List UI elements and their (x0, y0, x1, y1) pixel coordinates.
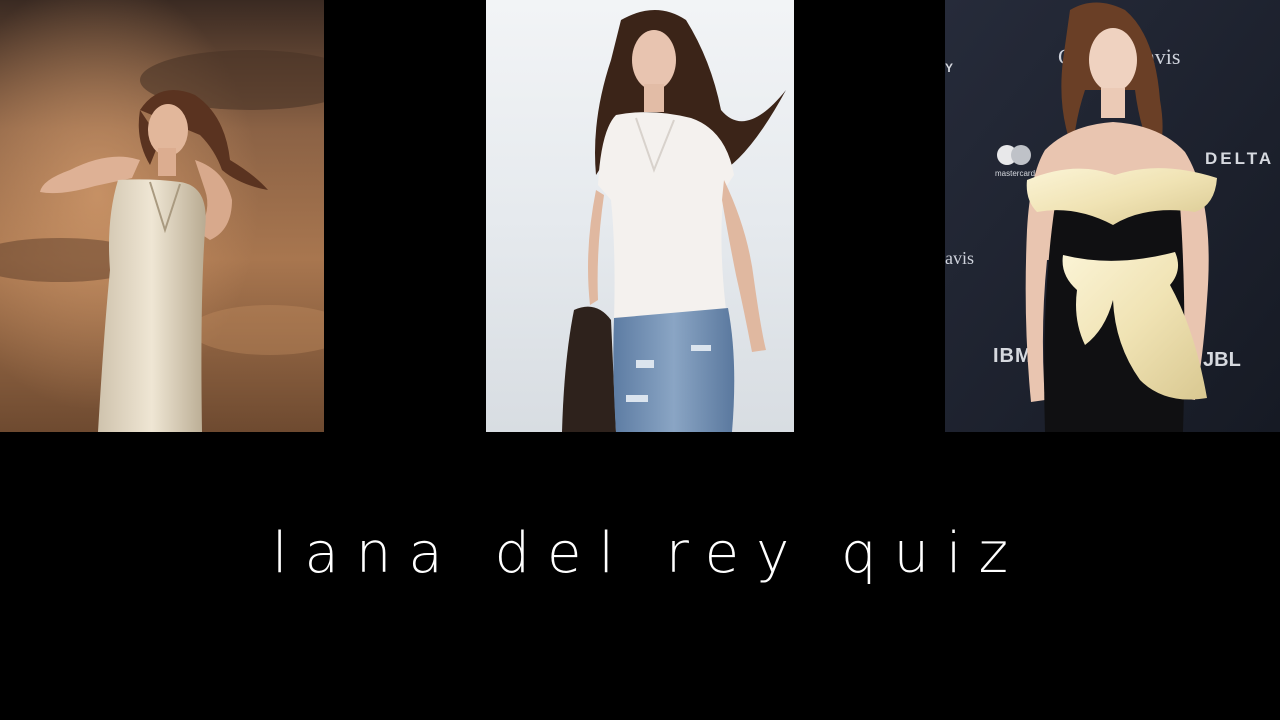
beach-portrait-image (486, 0, 794, 432)
backdrop-logo-ibm: IBM (993, 345, 1033, 367)
photo-sunset-portrait (0, 0, 324, 432)
backdrop-logo-text: Y (945, 61, 953, 75)
backdrop-logo-jbl: JBL (1203, 349, 1241, 371)
sunset-portrait-image (0, 0, 324, 432)
mastercard-logo-right-circle (1011, 145, 1031, 165)
backdrop-logo-avis-2: avis (945, 248, 974, 268)
backdrop-logo-delta: DELTA (1205, 149, 1274, 168)
photo-red-carpet-portrait: Y C avis mastercard DELTA avis IBM JBL (945, 0, 1280, 432)
photo-beach-portrait (486, 0, 794, 432)
quiz-title: lana del rey quiz (271, 521, 1026, 586)
backdrop-logo-mastercard: mastercard (995, 169, 1035, 178)
red-carpet-portrait-image: Y C avis mastercard DELTA avis IBM JBL (945, 0, 1280, 432)
